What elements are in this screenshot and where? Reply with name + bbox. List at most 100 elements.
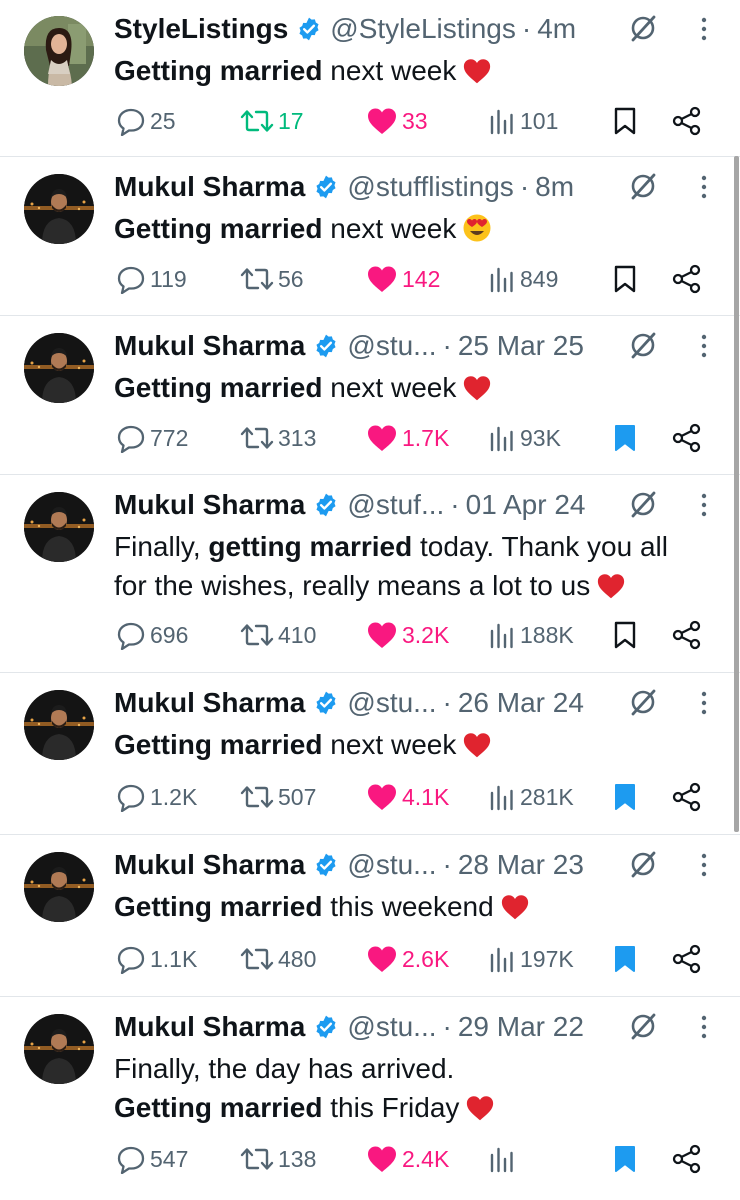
grok-icon[interactable] [628, 330, 658, 360]
tweet[interactable]: Mukul Sharma @stu... · 29 Mar 22 Finally, th… [0, 998, 740, 1200]
timestamp[interactable]: 26 Mar 24 [458, 687, 584, 719]
share-button[interactable] [672, 618, 706, 652]
like-button[interactable]: 2.4K [366, 1142, 449, 1176]
grok-icon[interactable] [628, 687, 658, 717]
author-name[interactable]: Mukul Sharma [114, 489, 305, 521]
author-handle[interactable]: @StyleListings [330, 13, 516, 45]
share-button[interactable] [672, 780, 706, 814]
author-handle[interactable]: @stu... [347, 849, 436, 881]
retweet-button[interactable]: 17 [240, 104, 304, 138]
author-name[interactable]: Mukul Sharma [114, 687, 305, 719]
share-button[interactable] [672, 104, 706, 138]
grok-icon[interactable] [628, 489, 658, 519]
retweet-button[interactable]: 138 [240, 1142, 316, 1176]
views-button[interactable]: 101 [488, 104, 558, 138]
grok-icon[interactable] [628, 171, 658, 201]
bookmark-button[interactable] [612, 262, 642, 296]
author-name[interactable]: StyleListings [114, 13, 288, 45]
share-button[interactable] [672, 421, 706, 455]
tweet-text-line: Getting married this weekend [114, 887, 714, 926]
reply-button[interactable]: 547 [116, 1142, 188, 1176]
more-options-icon[interactable] [694, 1012, 714, 1042]
scrollbar[interactable] [734, 156, 739, 832]
tweet[interactable]: StyleListings @StyleListings · 4m Getting ma… [0, 0, 740, 156]
like-button[interactable]: 33 [366, 104, 428, 138]
share-button[interactable] [672, 262, 706, 296]
bookmark-icon [612, 782, 642, 812]
retweet-button[interactable]: 410 [240, 618, 316, 652]
timestamp[interactable]: 4m [537, 13, 576, 45]
author-handle[interactable]: @stu... [347, 1011, 436, 1043]
bookmark-button[interactable] [612, 421, 642, 455]
views-button[interactable] [488, 1142, 520, 1176]
more-options-icon[interactable] [694, 850, 714, 880]
bookmark-button[interactable] [612, 1142, 642, 1176]
reply-button[interactable]: 1.1K [116, 942, 197, 976]
more-options-icon[interactable] [694, 172, 714, 202]
like-button[interactable]: 2.6K [366, 942, 449, 976]
reply-icon [116, 1144, 150, 1174]
reply-button[interactable]: 119 [116, 262, 187, 296]
tweet[interactable]: Mukul Sharma @stu... · 26 Mar 24 Getting mar… [0, 674, 740, 834]
text-plain: next week [322, 729, 457, 760]
bookmark-button[interactable] [612, 780, 642, 814]
author-name[interactable]: Mukul Sharma [114, 1011, 305, 1043]
share-button[interactable] [672, 1142, 706, 1176]
reply-button[interactable]: 696 [116, 618, 188, 652]
like-button[interactable]: 142 [366, 262, 440, 296]
avatar[interactable] [24, 174, 94, 244]
grok-icon[interactable] [628, 1011, 658, 1041]
heart-eyes-emoji [462, 213, 492, 242]
timestamp[interactable]: 29 Mar 22 [458, 1011, 584, 1043]
retweet-button[interactable]: 480 [240, 942, 316, 976]
avatar[interactable] [24, 333, 94, 403]
author-name[interactable]: Mukul Sharma [114, 849, 305, 881]
author-handle[interactable]: @stufflistings [347, 171, 513, 203]
bookmark-button[interactable] [612, 104, 642, 138]
author-handle[interactable]: @stuf... [347, 489, 444, 521]
more-options-icon[interactable] [694, 331, 714, 361]
timestamp[interactable]: 01 Apr 24 [466, 489, 586, 521]
views-icon [488, 945, 520, 973]
like-button[interactable]: 3.2K [366, 618, 449, 652]
bookmark-button[interactable] [612, 942, 642, 976]
author-handle[interactable]: @stu... [347, 687, 436, 719]
retweet-icon [240, 782, 278, 812]
views-button[interactable]: 281K [488, 780, 574, 814]
retweet-button[interactable]: 56 [240, 262, 304, 296]
avatar[interactable] [24, 16, 94, 86]
views-button[interactable]: 93K [488, 421, 561, 455]
avatar[interactable] [24, 852, 94, 922]
views-button[interactable]: 849 [488, 262, 558, 296]
avatar[interactable] [24, 492, 94, 562]
grok-icon[interactable] [628, 849, 658, 879]
reply-button[interactable]: 25 [116, 104, 176, 138]
author-name[interactable]: Mukul Sharma [114, 171, 305, 203]
more-options-icon[interactable] [694, 490, 714, 520]
share-button[interactable] [672, 942, 706, 976]
author-name[interactable]: Mukul Sharma [114, 330, 305, 362]
more-options-icon[interactable] [694, 14, 714, 44]
tweet[interactable]: Mukul Sharma @stu... · 25 Mar 25 Getting mar… [0, 317, 740, 474]
retweet-button[interactable]: 313 [240, 421, 316, 455]
tweet[interactable]: Mukul Sharma @stufflistings · 8m Getting mar… [0, 158, 740, 315]
reply-button[interactable]: 1.2K [116, 780, 197, 814]
share-icon [672, 944, 706, 974]
views-button[interactable]: 188K [488, 618, 574, 652]
timestamp[interactable]: 28 Mar 23 [458, 849, 584, 881]
timestamp[interactable]: 25 Mar 25 [458, 330, 584, 362]
reply-button[interactable]: 772 [116, 421, 188, 455]
timestamp[interactable]: 8m [535, 171, 574, 203]
like-button[interactable]: 1.7K [366, 421, 449, 455]
tweet[interactable]: Mukul Sharma @stu... · 28 Mar 23 Getting mar… [0, 836, 740, 996]
views-button[interactable]: 197K [488, 942, 574, 976]
avatar[interactable] [24, 690, 94, 760]
like-button[interactable]: 4.1K [366, 780, 449, 814]
more-options-icon[interactable] [694, 688, 714, 718]
retweet-button[interactable]: 507 [240, 780, 316, 814]
bookmark-button[interactable] [612, 618, 642, 652]
grok-icon[interactable] [628, 13, 658, 43]
tweet[interactable]: Mukul Sharma @stuf... · 01 Apr 24 Finally, g… [0, 476, 740, 672]
author-handle[interactable]: @stu... [347, 330, 436, 362]
avatar[interactable] [24, 1014, 94, 1084]
